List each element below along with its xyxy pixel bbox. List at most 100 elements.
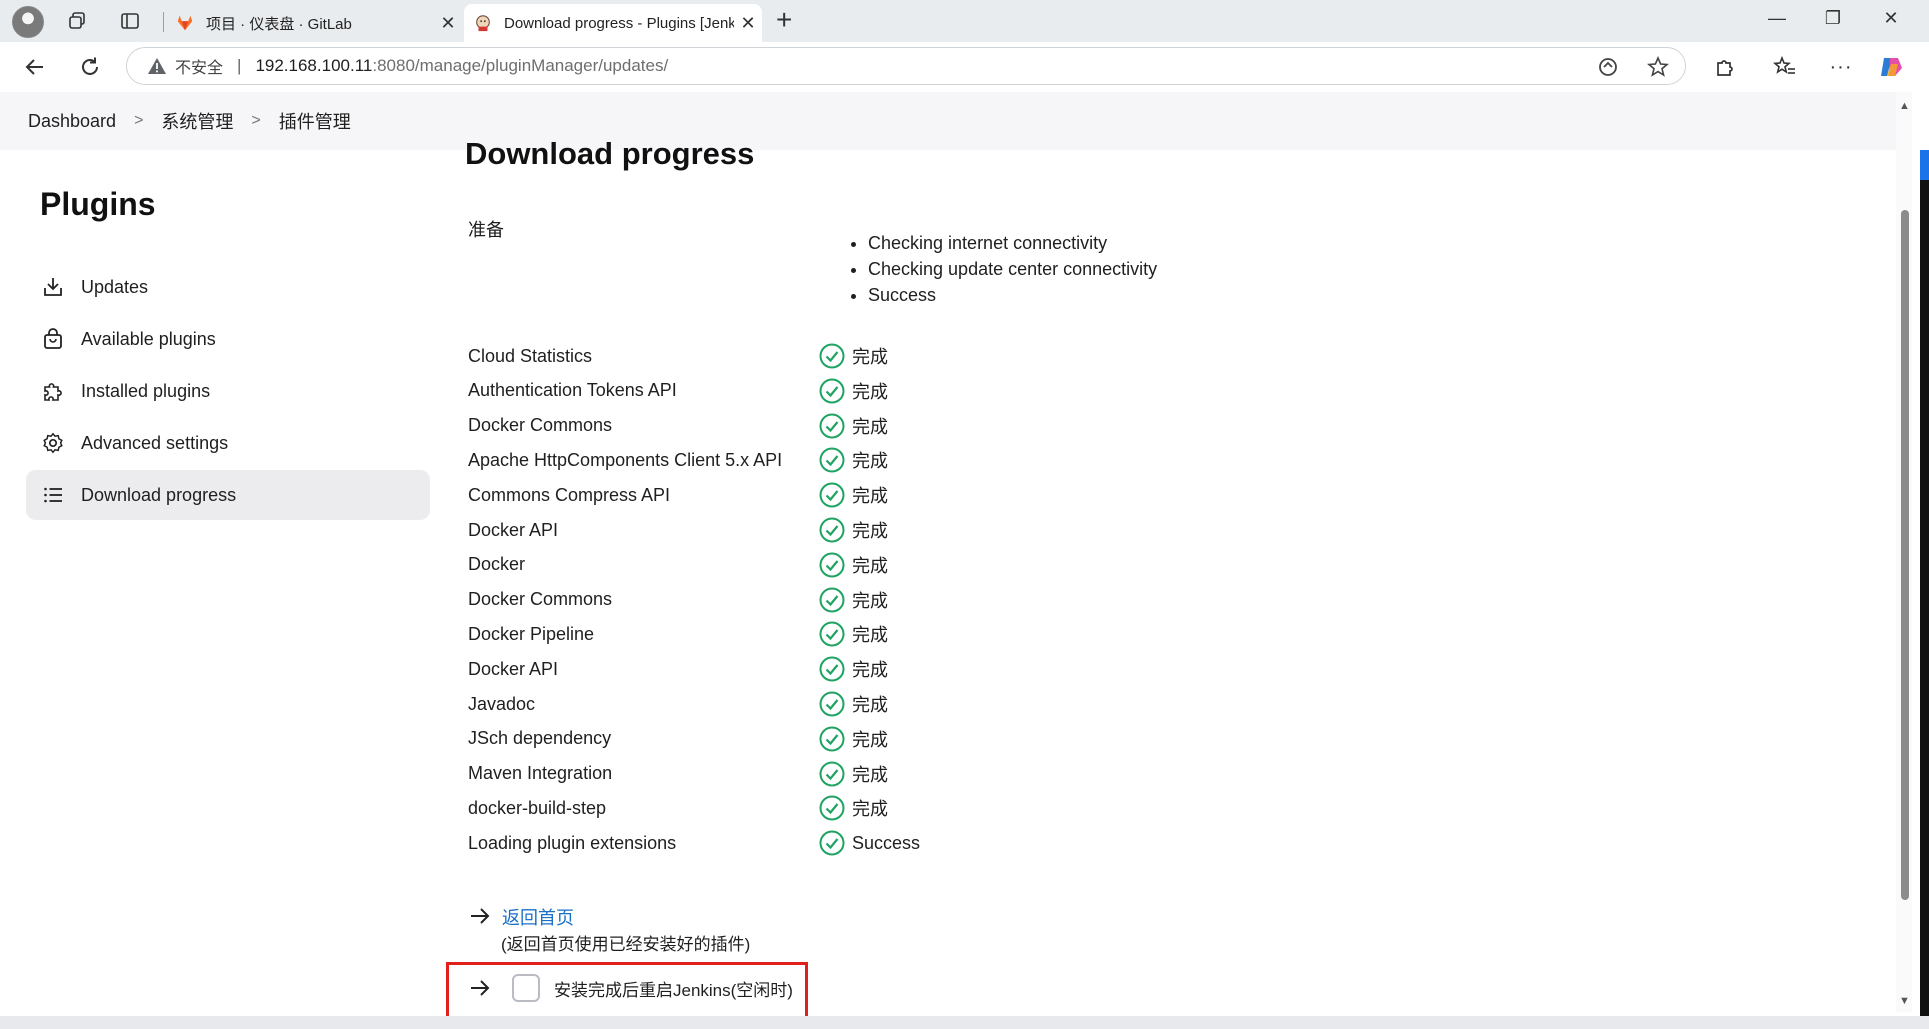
plugin-name: Cloud Statistics <box>468 345 593 366</box>
plugin-status-row: docker-build-step 完成 <box>468 794 888 822</box>
breadcrumb-manage[interactable]: 系统管理 <box>161 108 233 134</box>
return-home-link[interactable]: 返回首页 <box>502 904 574 930</box>
sidebar-item-available[interactable]: Available plugins <box>26 314 430 364</box>
new-tab-button[interactable]: + <box>776 6 792 34</box>
immersive-reader-icon[interactable] <box>1597 56 1619 83</box>
tab-actions-icon[interactable] <box>117 8 143 34</box>
plugin-status-row: Authentication Tokens API 完成 <box>468 377 888 405</box>
success-check-icon <box>819 656 845 682</box>
sidebar-item-label: Updates <box>81 276 149 297</box>
jenkins-favicon-icon <box>476 15 490 32</box>
plugin-status-row: Cloud Statistics 完成 <box>468 342 888 370</box>
close-tab-icon[interactable]: ✕ <box>734 13 762 34</box>
success-check-icon <box>819 726 845 752</box>
ellipsis-icon: ··· <box>1829 55 1853 78</box>
plugin-status-row: Commons Compress API 完成 <box>468 481 888 509</box>
plugin-name: Apache HttpComponents Client 5.x API <box>468 449 783 470</box>
insecure-label: 不安全 <box>175 60 224 77</box>
plugin-status-row: Apache HttpComponents Client 5.x API 完成 <box>468 446 888 474</box>
restart-checkbox-label[interactable]: 安装完成后重启Jenkins(空闲时) <box>554 976 793 1001</box>
jenkins-page: Dashboard > 系统管理 > 插件管理 Plugins Updates … <box>0 92 1929 1029</box>
plugin-name: Docker API <box>468 658 559 679</box>
favorite-star-icon[interactable] <box>1646 55 1670 83</box>
success-check-icon <box>819 830 845 856</box>
plugin-status: 完成 <box>852 764 888 785</box>
scroll-up-icon[interactable]: ▲ <box>1899 100 1910 112</box>
reload-button[interactable] <box>75 52 105 82</box>
breadcrumb-plugin-manager[interactable]: 插件管理 <box>279 108 351 134</box>
minimize-button[interactable]: — <box>1762 8 1792 29</box>
plugin-name: docker-build-step <box>468 797 607 818</box>
success-check-icon <box>819 691 845 717</box>
back-button[interactable] <box>20 52 50 82</box>
url-input[interactable]: 不安全 | 192.168.100.11 :8080/manage/plugin… <box>126 47 1686 85</box>
plugin-status: 完成 <box>852 347 888 367</box>
tab-jenkins[interactable]: Download progress - Plugins [Jenkins] ✕ <box>464 4 762 42</box>
home-link-row: 返回首页 <box>468 904 574 930</box>
plugin-name: Loading plugin extensions <box>468 832 677 853</box>
success-check-icon <box>819 552 845 578</box>
plugin-name: Commons Compress API <box>468 484 671 505</box>
warning-icon[interactable] <box>147 57 167 75</box>
puzzle-icon <box>1717 60 1733 76</box>
favorites-icon <box>1773 56 1795 74</box>
reload-icon <box>82 57 98 75</box>
plugin-status: 完成 <box>852 660 888 681</box>
plugin-status: 完成 <box>852 729 888 750</box>
plugin-status: 完成 <box>852 451 888 472</box>
preparation-step: Success <box>868 282 1157 308</box>
tab-gitlab[interactable]: 项目 · 仪表盘 · GitLab ✕ <box>166 4 462 42</box>
browser-tab-bar: 项目 · 仪表盘 · GitLab ✕ Download progress - … <box>0 0 1929 42</box>
sidebar-item-label: Available plugins <box>81 328 216 349</box>
close-tab-icon[interactable]: ✕ <box>434 13 462 34</box>
sidebar-item-updates[interactable]: Updates <box>26 262 430 312</box>
horizontal-scrollbar[interactable] <box>0 1016 1929 1029</box>
url-path: :8080/manage/pluginManager/updates/ <box>372 56 669 75</box>
plugin-status: 完成 <box>852 416 888 437</box>
preparation-steps: Checking internet connectivity Checking … <box>868 230 1157 308</box>
plugin-status: Success <box>852 832 921 853</box>
arrow-right-icon <box>471 908 490 924</box>
sidebar-item-label: Installed plugins <box>81 380 211 401</box>
plugin-status: 完成 <box>852 799 888 820</box>
breadcrumb-dashboard[interactable]: Dashboard <box>28 111 116 132</box>
sidebar-item-installed[interactable]: Installed plugins <box>26 366 430 416</box>
success-check-icon <box>819 378 845 404</box>
plugin-name: Maven Integration <box>468 763 613 784</box>
plugin-status-row: Docker Commons 完成 <box>468 412 888 440</box>
scrollbar-thumb[interactable] <box>1901 210 1909 900</box>
download-icon <box>41 275 65 299</box>
window-edge <box>1920 150 1929 1029</box>
list-icon <box>41 483 65 507</box>
preparation-label: 准备 <box>468 220 504 240</box>
preparation-step: Checking update center connectivity <box>868 256 1157 282</box>
more-menu-button[interactable]: ··· <box>1826 52 1856 82</box>
restore-button[interactable]: ❐ <box>1818 8 1848 29</box>
close-window-button[interactable]: ✕ <box>1876 8 1906 29</box>
success-check-icon <box>819 587 845 613</box>
window-edge-accent <box>1920 150 1929 180</box>
tab-title: Download progress - Plugins [Jenkins] <box>504 14 734 32</box>
tab-title: 项目 · 仪表盘 · GitLab <box>206 15 352 33</box>
sidebar-item-label: Advanced settings <box>81 432 229 453</box>
workspaces-icon[interactable] <box>64 8 90 34</box>
chevron-right-icon: > <box>134 112 144 129</box>
plugin-status-row: Maven Integration 完成 <box>468 760 888 788</box>
favorites-button[interactable] <box>1770 52 1800 82</box>
page-title: Download progress <box>465 136 755 171</box>
success-check-icon <box>819 413 845 439</box>
scroll-down-icon[interactable]: ▼ <box>1899 995 1910 1007</box>
plugin-status-row: Javadoc 完成 <box>468 690 888 718</box>
sidebar-item-advanced[interactable]: Advanced settings <box>26 418 430 468</box>
gear-icon <box>41 431 65 455</box>
restart-checkbox[interactable] <box>512 974 540 1002</box>
url-divider: | <box>237 56 242 75</box>
plugin-name: Javadoc <box>468 693 536 714</box>
arrow-right-icon <box>471 980 490 996</box>
copilot-button[interactable] <box>1876 52 1906 82</box>
extensions-button[interactable] <box>1710 52 1740 82</box>
plugin-name: JSch dependency <box>468 728 612 749</box>
url-host: 192.168.100.11 <box>255 56 373 75</box>
profile-avatar[interactable] <box>12 6 44 38</box>
sidebar-item-download-progress[interactable]: Download progress <box>26 470 430 520</box>
